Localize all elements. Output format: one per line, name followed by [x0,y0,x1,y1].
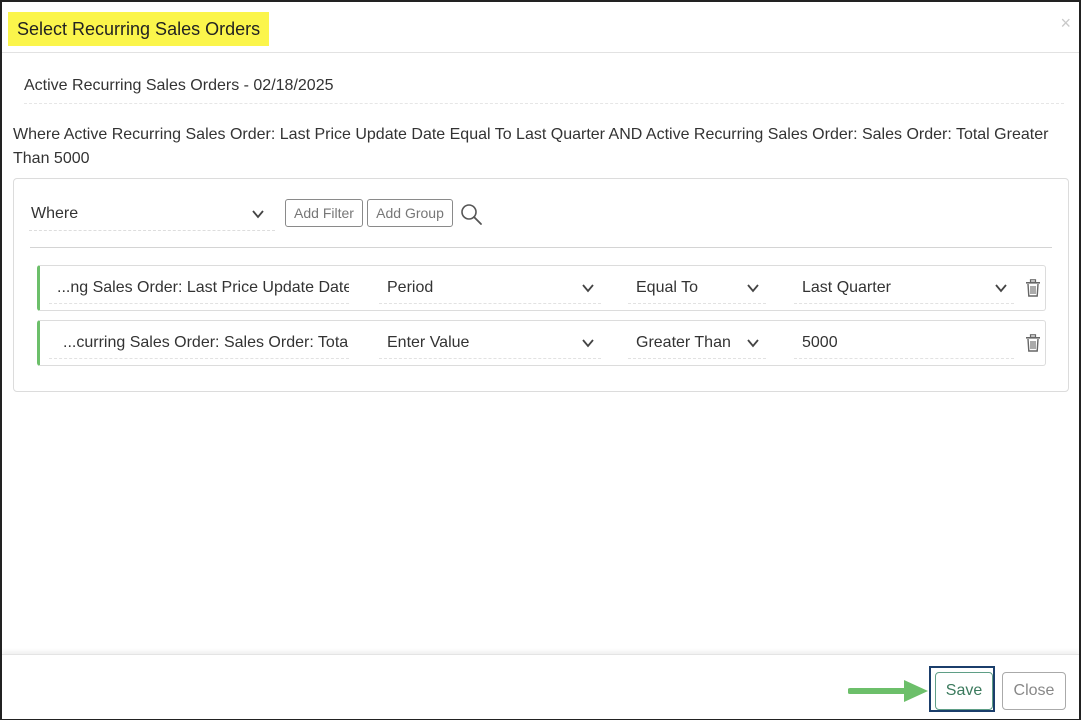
divider [30,247,1052,248]
chevron-down-icon [582,284,594,293]
filter-value: 5000 [802,334,838,351]
dialog-subtitle: Active Recurring Sales Orders - 02/18/20… [24,77,1064,104]
filter-operator-value: Greater Than [636,334,731,351]
chevron-down-icon [995,284,1007,293]
search-icon[interactable] [459,202,483,226]
filter-row: ...curring Sales Order: Sales Order: Tot… [37,320,1046,366]
filter-value-select[interactable]: Last Quarter [794,273,1014,304]
filter-field-value: ...curring Sales Order: Sales Order: Tot… [63,334,349,351]
dialog-header: Select Recurring Sales Orders × [2,2,1079,53]
filter-value-type-value: Enter Value [387,334,470,351]
add-group-button[interactable]: Add Group [367,199,453,227]
dialog-title: Select Recurring Sales Orders [8,12,270,46]
filter-operator-value: Equal To [636,279,698,296]
filter-value: Last Quarter [802,279,891,296]
where-select[interactable]: Where [29,198,275,231]
filter-value-input[interactable]: 5000 [794,328,1014,359]
filter-field[interactable]: ...ng Sales Order: Last Price Update Dat… [49,273,349,304]
filter-row: ...ng Sales Order: Last Price Update Dat… [37,265,1046,311]
filter-operator-select[interactable]: Equal To [628,273,766,304]
filter-value-type-select[interactable]: Period [379,273,601,304]
filter-field[interactable]: ...curring Sales Order: Sales Order: Tot… [49,328,349,359]
chevron-down-icon [747,284,759,293]
trash-icon[interactable] [1025,334,1041,352]
filter-operator-select[interactable]: Greater Than [628,328,766,359]
chevron-down-icon [252,210,264,219]
add-filter-button[interactable]: Add Filter [285,199,363,227]
filter-field-value: ...ng Sales Order: Last Price Update Dat… [57,279,349,296]
dialog: Select Recurring Sales Orders × Active R… [0,0,1081,720]
close-icon[interactable]: × [1060,14,1071,32]
trash-icon[interactable] [1025,279,1041,297]
filter-value-type-value: Period [387,279,434,296]
chevron-down-icon [747,339,759,348]
save-button[interactable]: Save [935,672,993,710]
chevron-down-icon [582,339,594,348]
close-button[interactable]: Close [1002,672,1066,710]
filter-description: Where Active Recurring Sales Order: Last… [13,126,1049,167]
arrow-icon [848,680,928,702]
filter-value-type-select[interactable]: Enter Value [379,328,601,359]
where-select-value: Where [31,205,79,222]
